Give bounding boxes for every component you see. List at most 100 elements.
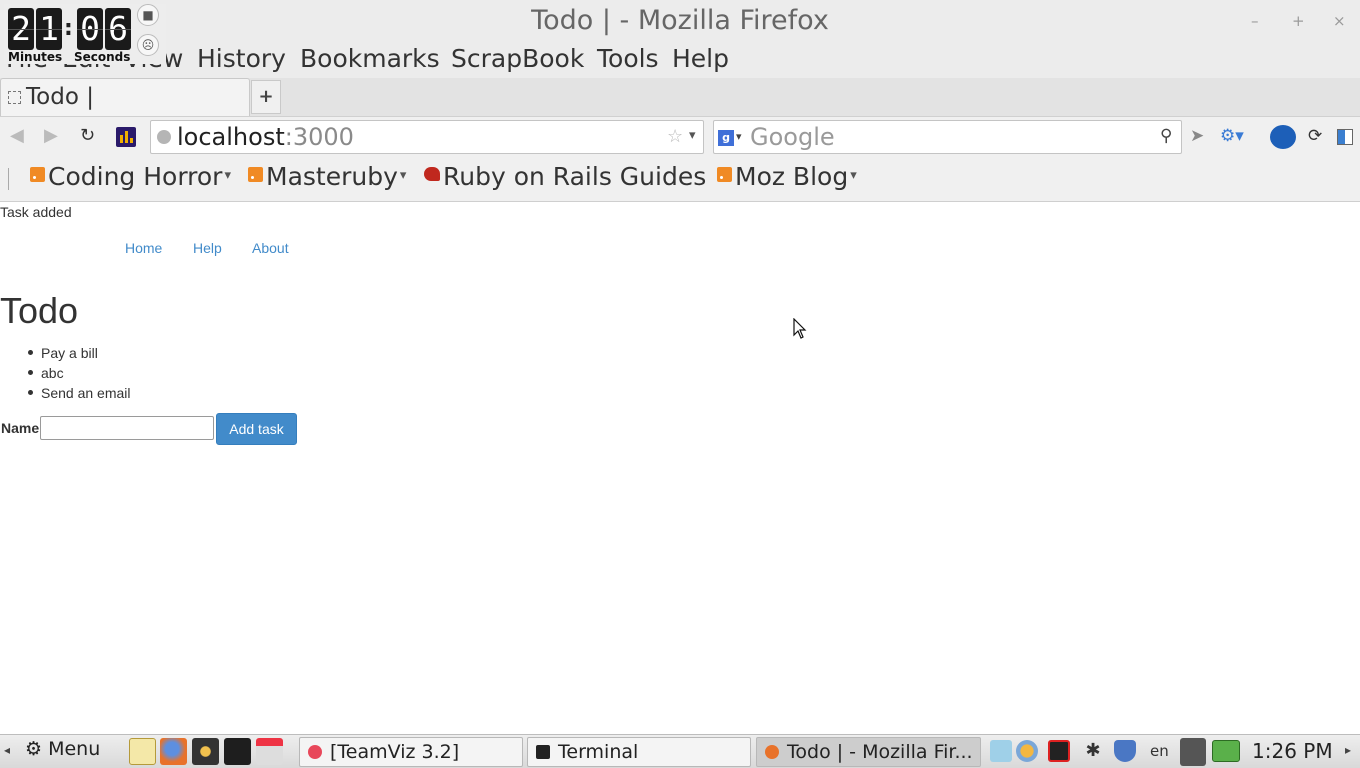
list-item: Send an email: [28, 385, 131, 405]
chevron-down-icon: ▾: [224, 168, 231, 183]
name-label: Name: [1, 420, 40, 436]
clock-stop-icon[interactable]: ■: [137, 4, 159, 26]
play-addon-icon[interactable]: [1270, 125, 1296, 149]
countdown-clock-widget: 2 1 : 0 6 Minutes Seconds ■ ☹: [4, 4, 166, 64]
task-name-input[interactable]: [40, 416, 214, 440]
battery-icon[interactable]: [1212, 740, 1240, 762]
toolbar-separator: [8, 168, 9, 190]
search-input[interactable]: [750, 122, 1150, 152]
clock-separator: :: [64, 16, 73, 41]
tab-strip: Todo | +: [0, 78, 1360, 116]
terminal-icon: [536, 745, 550, 759]
search-bar[interactable]: g ▾ ⚲: [713, 120, 1182, 154]
audio-player-icon[interactable]: [192, 738, 219, 765]
bookmark-masteruby[interactable]: Masteruby ▾: [248, 162, 406, 191]
nav-about-link[interactable]: About: [252, 240, 289, 256]
url-host: localhost: [177, 123, 285, 151]
dropbox-icon[interactable]: [990, 740, 1012, 762]
taskbar-clock[interactable]: 1:26 PM: [1252, 739, 1333, 763]
network-icon[interactable]: ⚙▾: [1220, 126, 1244, 146]
search-engine-dropdown-icon[interactable]: ▾: [736, 130, 742, 143]
tab-todo[interactable]: Todo |: [0, 78, 250, 116]
add-task-button[interactable]: Add task: [216, 413, 297, 445]
clock-minutes-label: Minutes: [8, 50, 63, 64]
weather-icon[interactable]: [1016, 740, 1038, 762]
bookmark-label: Ruby on Rails Guides: [443, 162, 707, 191]
blocked-icon[interactable]: [1048, 740, 1070, 762]
taskbar: ◂ ⚙ Menu [TeamViz 3.2] Terminal Todo | -…: [0, 734, 1360, 768]
shield-icon[interactable]: [1114, 740, 1136, 762]
clock-face-icon[interactable]: ☹: [137, 34, 159, 56]
url-bar[interactable]: localhost:3000 ☆ ▾: [150, 120, 704, 154]
forward-icon[interactable]: ▶: [44, 125, 58, 146]
navigation-toolbar: ◀ ▶ ↻ localhost:3000 ☆ ▾ g ▾ ⚲ ➤ ⚙▾ ⟳: [0, 116, 1360, 156]
nav-help-link[interactable]: Help: [193, 240, 222, 256]
minimize-button[interactable]: –: [1251, 12, 1259, 30]
bookmark-label: Coding Horror: [48, 162, 223, 191]
search-icon[interactable]: ⚲: [1160, 126, 1172, 146]
bookmark-star-icon[interactable]: ☆: [667, 126, 683, 147]
reload-icon[interactable]: ↻: [80, 125, 95, 146]
url-history-dropdown-icon[interactable]: ▾: [689, 128, 696, 143]
menu-tools[interactable]: Tools: [597, 44, 659, 73]
rss-icon: [248, 167, 263, 182]
site-identity-icon[interactable]: [157, 130, 171, 144]
bookmark-rails-guides[interactable]: Ruby on Rails Guides: [424, 162, 706, 191]
rss-icon: [717, 167, 732, 182]
flash-message: Task added: [0, 204, 72, 220]
task-list: Pay a bill abc Send an email: [28, 345, 131, 405]
taskbar-scroll-left-icon[interactable]: ◂: [4, 743, 10, 757]
calendar-icon[interactable]: [256, 738, 283, 765]
window-titlebar: Todo | - Mozilla Firefox – + ×: [0, 0, 1360, 44]
bookmark-label: Masteruby: [266, 162, 398, 191]
maximize-button[interactable]: +: [1292, 12, 1305, 30]
text-editor-icon[interactable]: [129, 738, 156, 765]
tab-title: Todo |: [26, 84, 94, 110]
page-content: Task added Home Help About Todo Pay a bi…: [0, 202, 1360, 734]
gear-icon: ⚙: [25, 738, 43, 760]
task-teamviz[interactable]: [TeamViz 3.2]: [299, 737, 523, 767]
firefox-icon: [765, 745, 779, 759]
menubar: File Edit View History Bookmarks ScrapBo…: [0, 44, 1360, 78]
google-engine-icon[interactable]: g: [718, 130, 734, 146]
task-terminal[interactable]: Terminal: [527, 737, 751, 767]
task-label: [TeamViz 3.2]: [330, 741, 460, 763]
chevron-down-icon: ▾: [399, 168, 407, 183]
task-label: Todo | - Mozilla Fir...: [787, 741, 973, 763]
nav-home-link[interactable]: Home: [125, 240, 162, 256]
bookmark-moz-blog[interactable]: Moz Blog ▾: [717, 162, 857, 191]
menu-history[interactable]: History: [197, 44, 286, 73]
menu-help[interactable]: Help: [672, 44, 729, 73]
menu-scrapbook[interactable]: ScrapBook: [451, 44, 584, 73]
taskbar-scroll-right-icon[interactable]: ▸: [1345, 743, 1351, 757]
clock-seconds-digit-2: 6: [105, 8, 131, 50]
clock-minutes-digit-1: 2: [8, 8, 34, 50]
url-input[interactable]: localhost:3000: [177, 123, 354, 151]
back-icon[interactable]: ◀: [10, 125, 24, 146]
network-signal-icon[interactable]: [1180, 738, 1206, 766]
extension-icon[interactable]: [1337, 129, 1353, 145]
keyboard-layout-indicator[interactable]: en: [1150, 742, 1169, 760]
bookmark-coding-horror[interactable]: Coding Horror ▾: [30, 162, 231, 191]
bookmark-label: Moz Blog: [735, 162, 849, 191]
list-item: abc: [28, 365, 131, 385]
clock-seconds-label: Seconds: [74, 50, 131, 64]
bookmarks-toolbar: Coding Horror ▾ Masteruby ▾ Ruby on Rails …: [0, 156, 1360, 202]
rss-icon: [30, 167, 45, 182]
stats-addon-icon[interactable]: [116, 127, 136, 147]
window-title: Todo | - Mozilla Firefox: [531, 5, 829, 36]
send-icon[interactable]: ➤: [1190, 126, 1204, 146]
firefox-icon[interactable]: [160, 738, 187, 765]
close-button[interactable]: ×: [1333, 12, 1346, 30]
task-firefox[interactable]: Todo | - Mozilla Fir...: [756, 737, 981, 767]
mouse-cursor-icon: [793, 318, 807, 339]
menu-bookmarks[interactable]: Bookmarks: [300, 44, 440, 73]
sync-icon[interactable]: ⟳: [1308, 126, 1322, 146]
url-port: :3000: [284, 123, 354, 151]
list-item: Pay a bill: [28, 345, 131, 365]
new-tab-button[interactable]: +: [251, 80, 281, 114]
start-menu-button[interactable]: ⚙ Menu: [25, 738, 100, 766]
chevron-down-icon: ▾: [850, 168, 857, 183]
bluetooth-icon[interactable]: ✱: [1082, 740, 1104, 762]
terminal-icon[interactable]: [224, 738, 251, 765]
